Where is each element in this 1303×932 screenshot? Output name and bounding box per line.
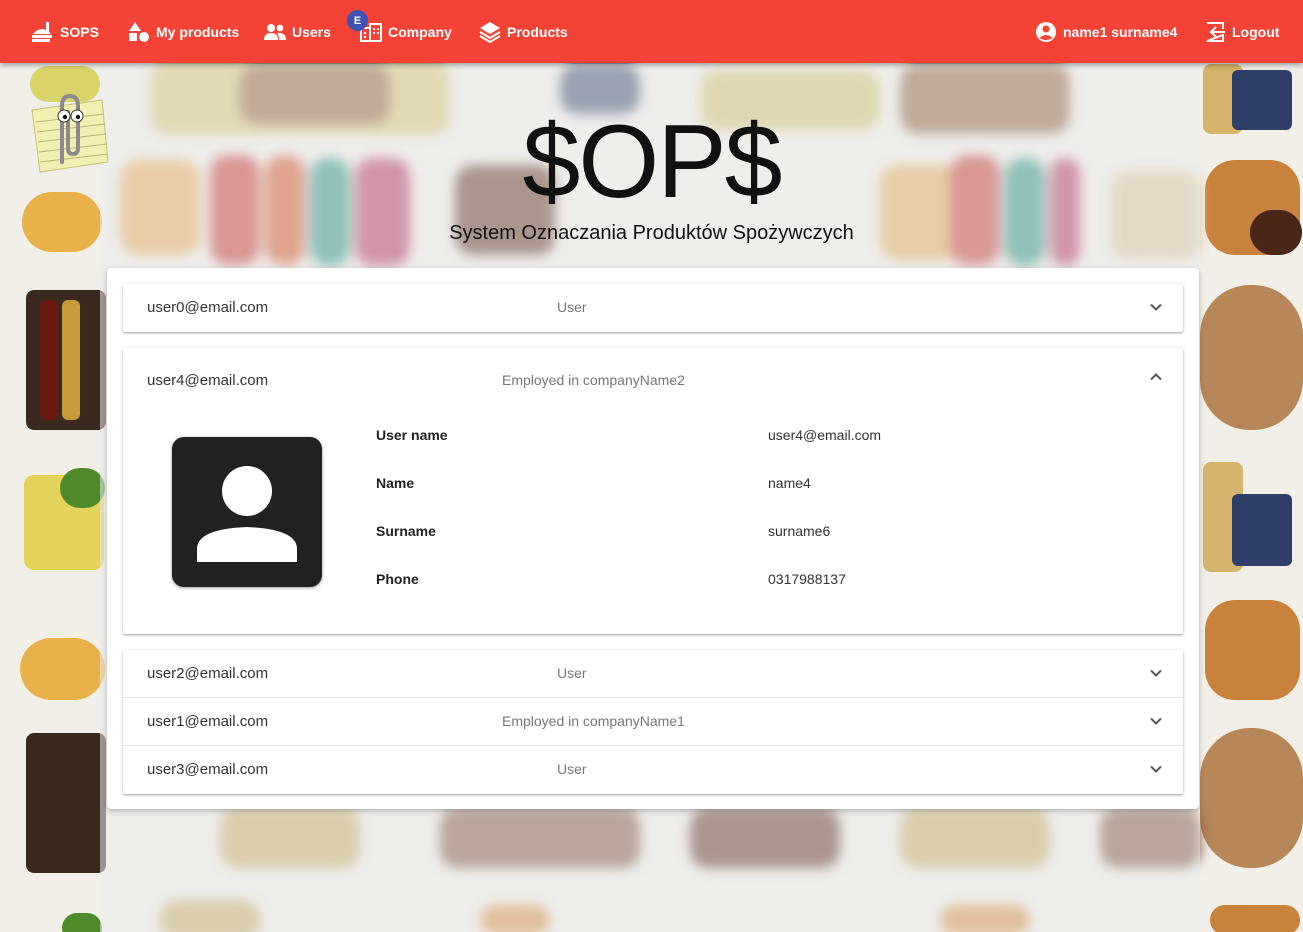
user-panel-header[interactable]: user0@email.com User <box>123 284 1183 332</box>
users-card: user0@email.com User user4@email.com Emp… <box>107 268 1199 809</box>
nav-products-label: Products <box>507 23 568 40</box>
chevron-down-icon[interactable] <box>1149 714 1163 733</box>
user-panel-header[interactable]: user1@email.com Employed in companyName1 <box>123 698 1183 746</box>
user-role: User <box>557 761 587 777</box>
user-email: user3@email.com <box>147 761 269 778</box>
nav-my-products-label: My products <box>156 23 240 40</box>
app-bar: SOPS My products Users E Company Product… <box>0 0 1303 63</box>
user-panel-expanded: user4@email.com Employed in companyName2… <box>123 348 1183 634</box>
user-panel-header[interactable]: user4@email.com Employed in companyName2 <box>123 348 1183 396</box>
user-role: Employed in companyName1 <box>502 713 685 729</box>
nav-users[interactable]: Users <box>264 0 331 63</box>
chevron-down-icon[interactable] <box>1149 666 1163 685</box>
app-logo: $OP$ <box>522 104 783 220</box>
detail-label-surname: Surname <box>376 523 436 539</box>
nav-logout-label: Logout <box>1232 23 1280 40</box>
company-badge: E <box>347 10 368 31</box>
shapes-icon <box>128 21 150 43</box>
user-role: User <box>557 665 587 681</box>
nav-account[interactable]: name1 surname4 <box>1035 0 1177 63</box>
chevron-up-icon[interactable] <box>1149 370 1163 389</box>
detail-label-username: User name <box>376 427 448 443</box>
food-tray-icon <box>30 20 54 44</box>
nav-sops[interactable]: SOPS <box>30 0 99 63</box>
user-email: user2@email.com <box>147 665 269 682</box>
detail-value-surname: surname6 <box>768 523 831 539</box>
nav-company-label: Company <box>388 23 452 40</box>
users-icon <box>264 22 286 42</box>
nav-account-label: name1 surname4 <box>1063 23 1178 40</box>
nav-products[interactable]: Products <box>479 0 568 63</box>
user-role: Employed in companyName2 <box>502 372 685 388</box>
user-email: user1@email.com <box>147 713 269 730</box>
chevron-down-icon[interactable] <box>1149 300 1163 319</box>
account-circle-icon <box>1035 21 1057 43</box>
detail-label-name: Name <box>376 475 415 491</box>
user-avatar <box>172 437 322 587</box>
nav-my-products[interactable]: My products <box>128 0 239 63</box>
person-icon <box>172 466 322 591</box>
user-panel-group: user2@email.com User user1@email.com Emp… <box>123 650 1183 794</box>
user-email: user0@email.com <box>147 299 269 316</box>
user-panel: user0@email.com User <box>123 284 1183 332</box>
nav-company[interactable]: E Company <box>347 0 452 63</box>
layers-icon <box>479 21 501 43</box>
detail-label-phone: Phone <box>376 571 419 587</box>
detail-value-username: user4@email.com <box>768 427 882 443</box>
nav-users-label: Users <box>292 23 331 40</box>
chevron-down-icon[interactable] <box>1149 762 1163 781</box>
user-role: User <box>557 299 587 315</box>
nav-logout[interactable]: Logout <box>1204 0 1279 63</box>
user-panel-header[interactable]: user2@email.com User <box>123 650 1183 698</box>
nav-sops-label: SOPS <box>60 23 99 40</box>
user-email: user4@email.com <box>147 372 269 389</box>
detail-value-name: name4 <box>768 475 811 491</box>
logout-icon <box>1204 21 1226 43</box>
user-panel-header[interactable]: user3@email.com User <box>123 746 1183 794</box>
detail-value-phone: 0317988137 <box>768 571 846 587</box>
app-subtitle: System Oznaczania Produktów Spożywczych <box>449 222 854 244</box>
